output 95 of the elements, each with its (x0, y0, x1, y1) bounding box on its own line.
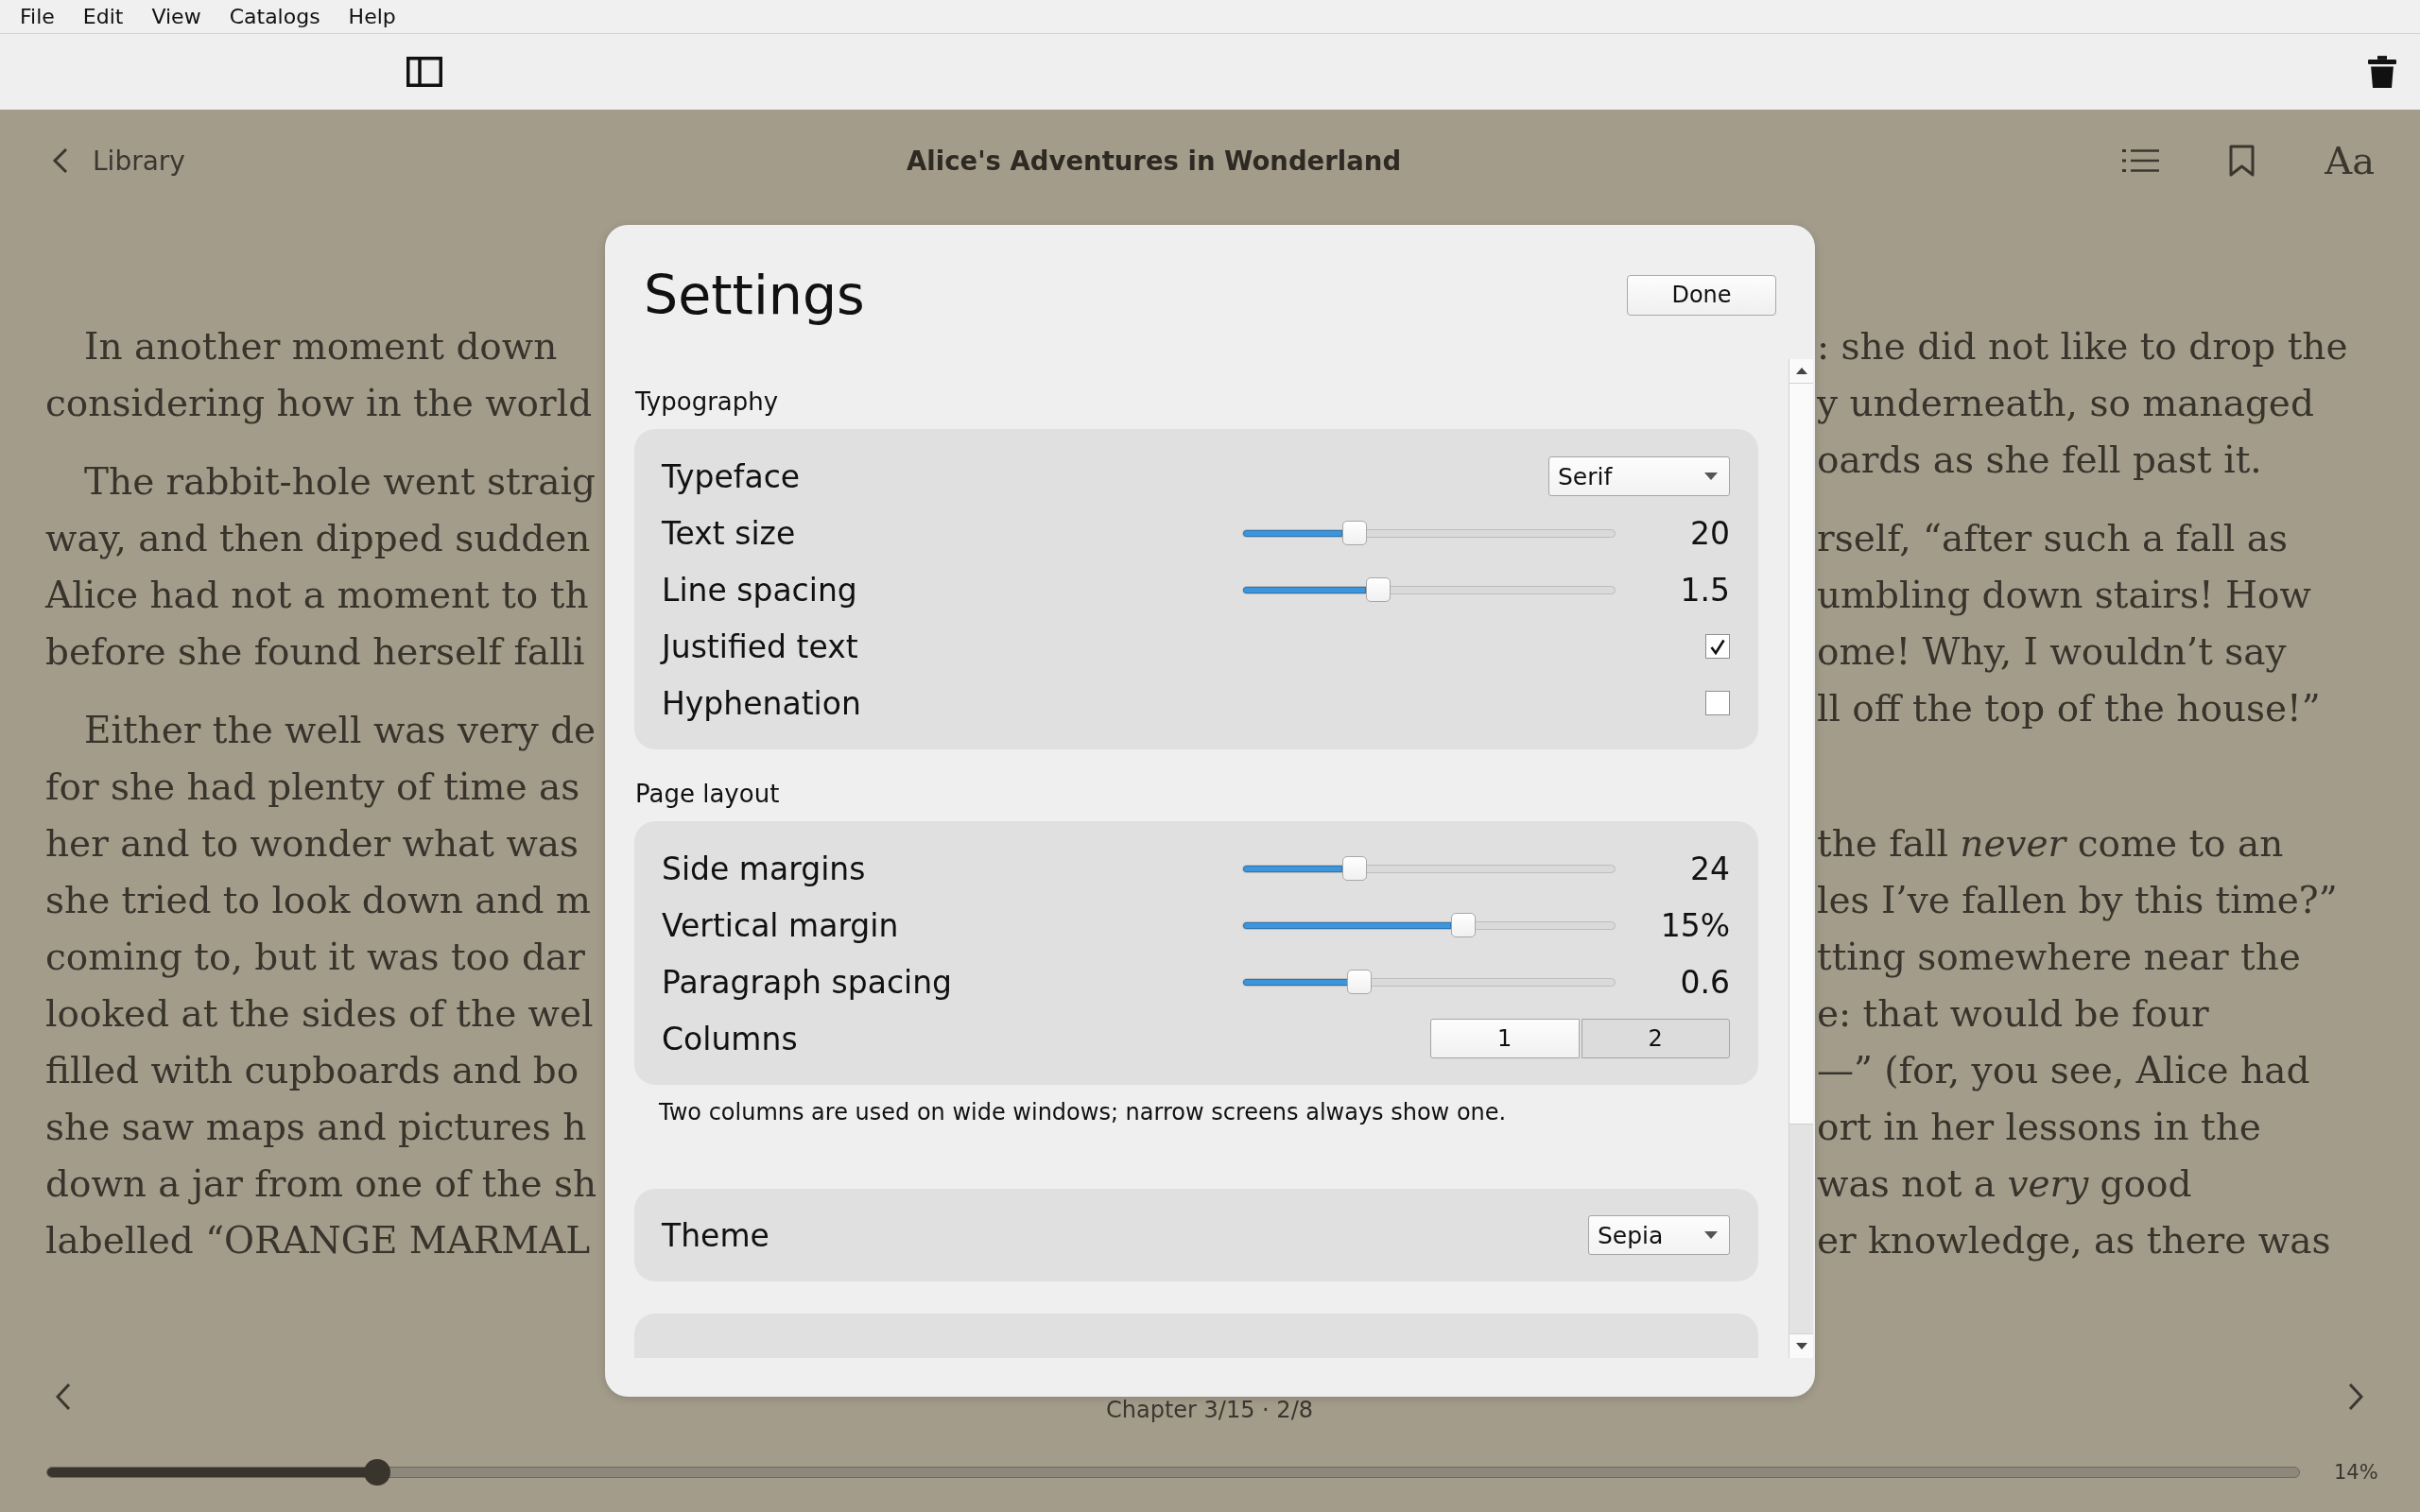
text-line: down a jar from one of the sh (45, 1161, 597, 1207)
menu-item[interactable]: Catalogs (215, 1, 335, 32)
text-line: filled with cupboards and bo (45, 1048, 579, 1093)
setting-value: 0.6 (1679, 963, 1730, 1001)
chevron-left-icon[interactable] (56, 1383, 71, 1411)
menu-item[interactable]: Help (334, 1, 410, 32)
menu-item[interactable]: Edit (68, 1, 138, 32)
trash-icon[interactable] (2368, 56, 2396, 88)
slider-track[interactable] (1242, 920, 1616, 930)
slider-track[interactable] (1242, 528, 1616, 538)
back-button[interactable]: Library (52, 145, 185, 177)
slider-track[interactable] (1242, 864, 1616, 873)
setting-label: Columns (662, 1020, 799, 1057)
caret-up-icon (1795, 368, 1807, 374)
segment-button[interactable]: 2 (1581, 1019, 1730, 1058)
setting-value: 20 (1689, 514, 1730, 552)
slider-handle[interactable] (1341, 856, 1367, 881)
text-line: er knowledge, as there was (1817, 1218, 2331, 1263)
text-line: for she had plenty of time as (45, 765, 580, 810)
setting-label: Text size (662, 514, 797, 552)
slider-handle[interactable] (1450, 913, 1476, 937)
text-line: way, and then dipped sudden (45, 516, 591, 561)
dropdown[interactable]: Serif (1548, 456, 1730, 496)
setting-label: Line spacing (662, 571, 858, 609)
text-line: tting somewhere near the (1817, 935, 2301, 980)
setting-value: 15% (1659, 906, 1730, 944)
text-line: ome! Why, I wouldn’t say (1817, 629, 2287, 675)
text-line: she saw maps and pictures h (45, 1105, 587, 1150)
text-line: umbling down stairs! How (1817, 573, 2311, 618)
dialog-title: Settings (644, 264, 865, 326)
setting-label: Paragraph spacing (662, 963, 954, 1001)
text-line: The rabbit-hole went straig (83, 459, 596, 505)
setting-label: Vertical margin (662, 906, 900, 944)
setting-label: Hyphenation (662, 684, 862, 722)
chapter-position: Chapter 3/15 · 2/8 (1106, 1397, 1313, 1423)
menu-item[interactable]: View (137, 1, 216, 32)
text-line: labelled “ORANGE MARMAL (45, 1218, 591, 1263)
text-line: ort in her lessons in the (1817, 1105, 2261, 1150)
chevron-right-icon[interactable] (2348, 1383, 2363, 1411)
setting-label: Typeface (662, 457, 802, 495)
checkmark-icon (1710, 638, 1725, 655)
bookmark-icon[interactable] (2229, 144, 2256, 178)
slider-handle[interactable] (1341, 521, 1367, 545)
menu-item[interactable]: File (6, 1, 69, 32)
progress-percent: 14% (2334, 1461, 2378, 1484)
done-button[interactable]: Done (1627, 274, 1776, 316)
text-line: considering how in the world (45, 381, 593, 426)
text-line: before she found herself falli (45, 629, 585, 675)
text-line: les I’ve fallen by this time?” (1817, 878, 2338, 923)
scrollbar[interactable] (1789, 359, 1813, 1358)
dropdown[interactable]: Sepia (1588, 1215, 1730, 1255)
caret-down-icon (1704, 1231, 1718, 1239)
section-label: Page layout (634, 780, 781, 808)
caret-down-icon (1795, 1343, 1807, 1349)
text-line: her and to wonder what was (45, 821, 579, 867)
sidebar-panel-icon[interactable] (406, 57, 442, 87)
setting-label: Side margins (662, 850, 867, 887)
text-line: looked at the sides of the wel (45, 991, 594, 1037)
segment-button[interactable]: 1 (1430, 1019, 1580, 1058)
chevron-left-icon (52, 147, 68, 174)
text-line: she tried to look down and m (45, 878, 591, 923)
text-line: Either the well was very de (83, 708, 596, 753)
caret-down-icon (1704, 472, 1718, 480)
scroll-down-button[interactable] (1789, 1333, 1813, 1358)
text-line: coming to, but it was too dar (45, 935, 585, 980)
setting-value: 24 (1689, 850, 1730, 887)
slider-handle[interactable] (1366, 577, 1392, 602)
slider-track[interactable] (1242, 585, 1616, 594)
section-label: Typography (634, 387, 780, 416)
checkbox[interactable] (1705, 691, 1730, 715)
book-title: Alice's Adventures in Wonderland (906, 146, 1403, 176)
slider-track[interactable] (1242, 977, 1616, 987)
text-line: was not a very good (1817, 1161, 2192, 1207)
text-line: : she did not like to drop the (1817, 324, 2348, 369)
hint-text: Two columns are used on wide windows; narrow screens always show one. (658, 1098, 1508, 1126)
scrollbar-thumb[interactable] (1789, 384, 1813, 1125)
slider-handle[interactable] (1347, 970, 1373, 994)
text-line: ll off the top of the house!” (1817, 686, 2321, 731)
text-line: rself, “after such a fall as (1817, 516, 2288, 561)
text-line: y underneath, so managed (1817, 381, 2314, 426)
text-line: oards as she fell past it. (1817, 438, 2262, 483)
font-button[interactable]: Aa (2325, 138, 2375, 183)
list-icon[interactable] (2122, 148, 2160, 173)
setting-label: Theme (662, 1216, 770, 1254)
text-line: the fall never come to an (1817, 821, 2284, 867)
text-line: e: that would be four (1817, 991, 2209, 1037)
text-line: —” (for, you see, Alice had (1817, 1048, 2310, 1093)
scroll-up-button[interactable] (1789, 359, 1813, 384)
progress-track[interactable] (46, 1467, 2300, 1478)
text-line: In another moment down (83, 324, 558, 369)
slider-handle[interactable] (364, 1459, 391, 1486)
setting-label: Justified text (662, 627, 859, 665)
setting-value: 1.5 (1679, 571, 1730, 609)
checkbox[interactable] (1705, 634, 1730, 659)
text-line: Alice had not a moment to th (45, 573, 589, 618)
